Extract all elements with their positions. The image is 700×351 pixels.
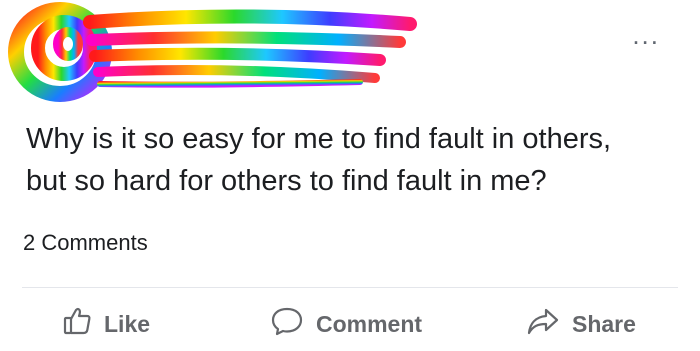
thumbs-up-icon <box>62 306 92 342</box>
divider <box>22 287 678 288</box>
like-button[interactable]: Like <box>62 306 150 342</box>
post-text-line-2: but so hard for others to find fault in … <box>26 165 547 197</box>
post-text: Why is it so easy for me to find fault i… <box>26 118 676 202</box>
action-bar: Like Comment Share <box>0 300 700 351</box>
share-label: Share <box>572 310 636 337</box>
like-label: Like <box>104 310 151 337</box>
censor-scribble <box>8 2 417 102</box>
post-header: ... <box>0 0 700 110</box>
comment-label: Comment <box>316 310 423 337</box>
more-options-icon[interactable]: ... <box>632 22 660 48</box>
share-arrow-icon <box>526 306 560 342</box>
speech-bubble-icon <box>270 306 304 342</box>
share-button[interactable]: Share <box>526 306 636 342</box>
post-card: ... Why is it so easy for me to find fau… <box>0 0 700 351</box>
post-text-line-1: Why is it so easy for me to find fault i… <box>26 123 612 155</box>
comment-button[interactable]: Comment <box>270 306 422 342</box>
comments-count-link[interactable]: 2 Comments <box>23 230 148 256</box>
